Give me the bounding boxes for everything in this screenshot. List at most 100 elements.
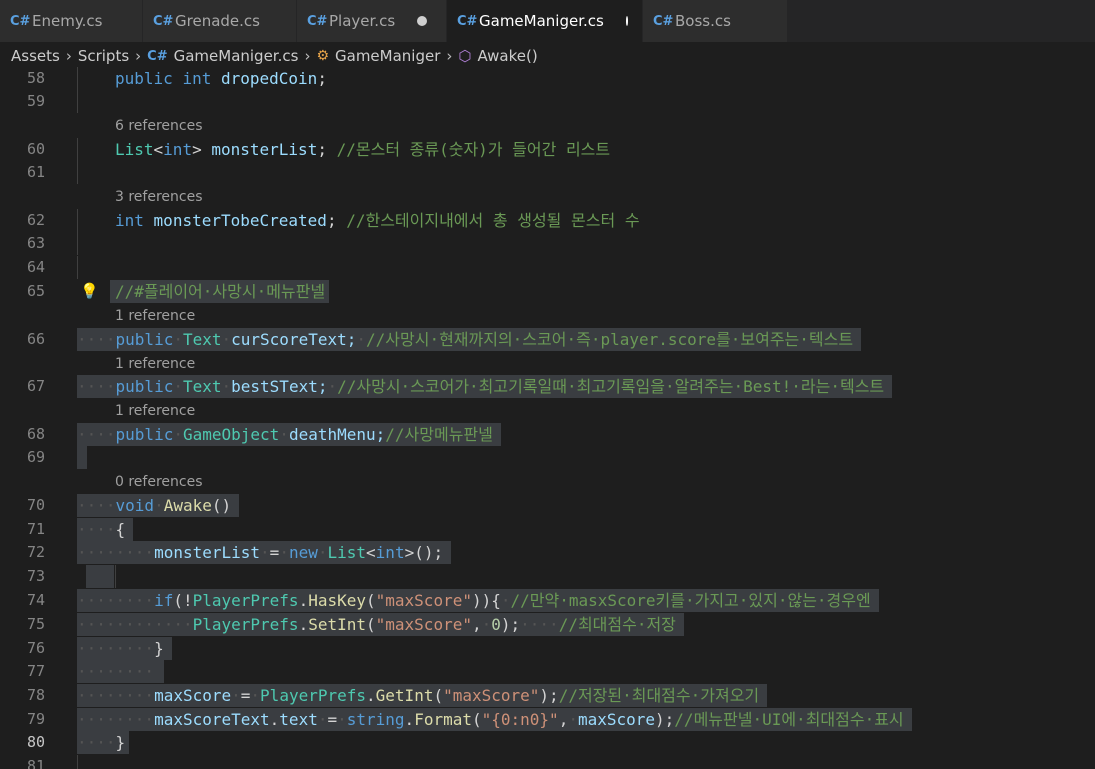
line-number: 65 [26, 282, 45, 300]
chevron-right-icon: › [65, 47, 72, 65]
editor-tab-bar: C# Enemy.cs C# Grenade.cs C# Player.cs C… [0, 0, 1095, 42]
code-editor[interactable]: 58 public int dropedCoin; 59 6 reference… [0, 67, 1095, 769]
tab-enemy-cs[interactable]: C# Enemy.cs [0, 0, 143, 42]
line-number: 58 [26, 69, 45, 87]
csharp-file-icon: C# [653, 13, 674, 29]
tab-grenade-cs[interactable]: C# Grenade.cs [143, 0, 297, 42]
code-text: ········if(!PlayerPrefs.HasKey("maxScore… [77, 589, 879, 612]
indent-guide [77, 67, 78, 90]
code-text: ····public·Text·curScoreText;·//사망시·현재까지… [77, 328, 862, 351]
line-number: 62 [26, 211, 45, 229]
code-line: 60 List<int> monsterList; //몬스터 종류(숫자)가 … [0, 138, 1095, 161]
line-number: 73 [26, 567, 45, 585]
codelens-references[interactable]: 1 reference [115, 353, 195, 375]
code-text: ····public·Text·bestSText;·//사망시·스코어가·최고… [77, 375, 893, 398]
line-number: 59 [26, 92, 45, 110]
line-number: 72 [26, 543, 45, 561]
unsaved-dot-icon[interactable] [625, 16, 628, 26]
line-number: 66 [26, 330, 45, 348]
tab-label: Enemy.cs [32, 12, 103, 30]
line-number: 77 [26, 662, 45, 680]
tab-boss-cs[interactable]: C# Boss.cs [643, 0, 788, 42]
line-number: 68 [26, 425, 45, 443]
code-text: //#플레이어·사망시·메뉴판넬 [110, 280, 330, 303]
code-line: 72 ········monsterList·=·new·List<int>()… [0, 541, 1095, 564]
codelens-references[interactable]: 0 references [115, 471, 203, 493]
code-line: 74 ········if(!PlayerPrefs.HasKey("maxSc… [0, 589, 1095, 612]
code-line: 59 [0, 90, 1095, 113]
line-number: 60 [26, 140, 45, 158]
code-line: 63 [0, 232, 1095, 255]
line-number: 80 [26, 733, 45, 751]
breadcrumb-method[interactable]: Awake() [478, 47, 538, 65]
line-number: 61 [26, 163, 45, 181]
line-number: 67 [26, 377, 45, 395]
line-number: 74 [26, 591, 45, 609]
method-cube-icon: ⬡ [458, 47, 472, 65]
code-line: 71 ····{ [0, 518, 1095, 541]
indent-guide [77, 161, 78, 184]
breadcrumb: Assets › Scripts › C# GameManiger.cs › ⚙… [0, 42, 1095, 70]
lightbulb-icon[interactable]: 💡 [80, 282, 99, 300]
code-text: ····} [77, 731, 130, 754]
code-text: ········ [77, 660, 165, 683]
line-number: 63 [26, 234, 45, 252]
csharp-file-icon: C# [457, 13, 478, 29]
code-line: 75 ············PlayerPrefs.SetInt("maxSc… [0, 613, 1095, 636]
codelens-references[interactable]: 1 reference [115, 305, 195, 327]
code-line: 73 [0, 565, 1095, 588]
indent-guide [77, 209, 78, 232]
line-number: 71 [26, 520, 45, 538]
chevron-right-icon: › [304, 47, 311, 65]
code-line: 80 ····} [0, 731, 1095, 754]
code-line: 79 ········maxScoreText.text·=·string.Fo… [0, 708, 1095, 731]
code-line: 78 ········maxScore·=·PlayerPrefs.GetInt… [0, 684, 1095, 707]
code-text [77, 446, 87, 469]
csharp-file-icon: C# [10, 13, 31, 29]
code-text: ········} [77, 637, 172, 660]
tab-label: Player.cs [329, 12, 396, 30]
unsaved-dot-icon[interactable] [417, 16, 428, 26]
code-line: 70 ····void·Awake() [0, 494, 1095, 517]
code-line: 67 ····public·Text·bestSText;·//사망시·스코어가… [0, 375, 1095, 398]
breadcrumb-assets[interactable]: Assets [11, 47, 60, 65]
tab-label: Grenade.cs [175, 12, 260, 30]
tab-label: Boss.cs [675, 12, 731, 30]
codelens-references[interactable]: 6 references [115, 115, 203, 137]
tab-gamemaniger-cs[interactable]: C# GameManiger.cs [447, 0, 643, 42]
line-number: 70 [26, 496, 45, 514]
indent-guide [77, 256, 78, 279]
tab-label: GameManiger.cs [479, 12, 604, 30]
indent-guide [77, 232, 78, 255]
code-line: 62 int monsterTobeCreated; //한스테이지내에서 총 … [0, 209, 1095, 232]
code-line: 65 💡 //#플레이어·사망시·메뉴판넬 [0, 280, 1095, 303]
code-text: ····void·Awake() [77, 494, 240, 517]
chevron-right-icon: › [446, 47, 453, 65]
indent-guide [77, 138, 78, 161]
code-text: public int dropedCoin; [115, 69, 327, 88]
code-line: 68 ····public·GameObject·deathMenu;//사망메… [0, 423, 1095, 446]
line-number: 64 [26, 258, 45, 276]
codelens-references[interactable]: 1 reference [115, 400, 195, 422]
line-number: 76 [26, 639, 45, 657]
breadcrumb-scripts[interactable]: Scripts [78, 47, 129, 65]
code-line: 66 ····public·Text·curScoreText;·//사망시·현… [0, 328, 1095, 351]
code-line: 61 [0, 161, 1095, 184]
breadcrumb-file[interactable]: GameManiger.cs [174, 47, 299, 65]
code-text: ····{ [77, 518, 134, 541]
code-text: ········monsterList·=·new·List<int>(); [77, 541, 452, 564]
code-text: ····public·GameObject·deathMenu;//사망메뉴판넬 [77, 423, 501, 446]
code-line: 81 [0, 755, 1095, 769]
line-number: 78 [26, 686, 45, 704]
breadcrumb-class[interactable]: GameManiger [335, 47, 440, 65]
code-line: 76 ········} [0, 637, 1095, 660]
indent-guide [77, 90, 78, 113]
csharp-file-icon: C# [153, 13, 174, 29]
codelens-references[interactable]: 3 references [115, 186, 203, 208]
csharp-file-icon: C# [307, 13, 328, 29]
indent-guide [115, 565, 116, 588]
code-line: 69 [0, 446, 1095, 469]
code-line: 58 public int dropedCoin; [0, 67, 1095, 90]
tab-player-cs[interactable]: C# Player.cs [297, 0, 447, 42]
code-text: ········maxScoreText.text·=·string.Forma… [77, 708, 912, 731]
